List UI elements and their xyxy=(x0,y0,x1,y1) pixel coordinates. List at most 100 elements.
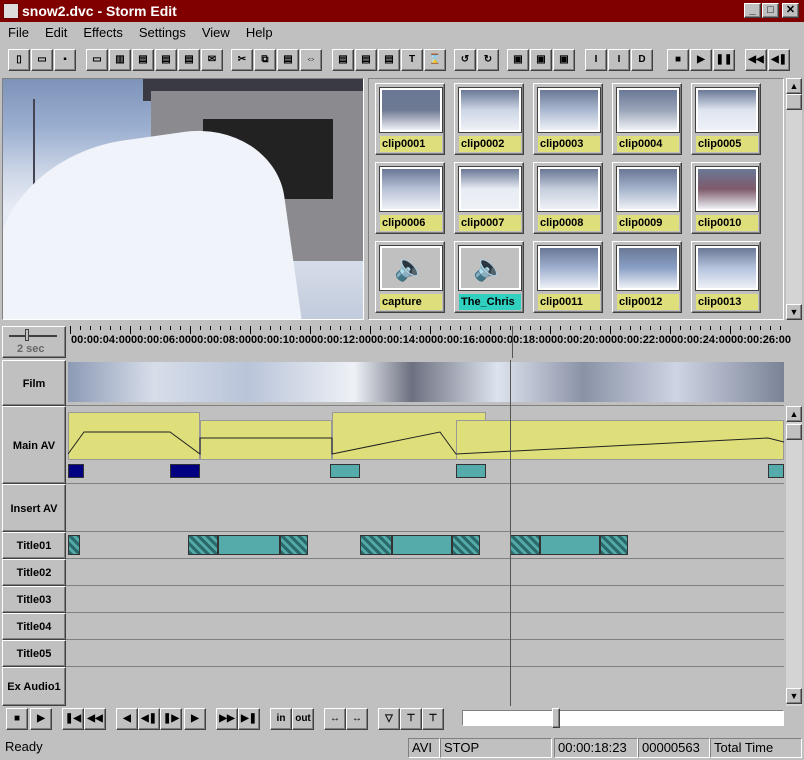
in-point-button[interactable]: ↔ xyxy=(324,708,346,730)
zoom-control[interactable]: 2 sec xyxy=(2,326,66,358)
out-point-button[interactable]: ↔ xyxy=(346,708,368,730)
next-clip-button[interactable]: ▶▶ xyxy=(216,708,238,730)
position-slider-thumb[interactable] xyxy=(552,708,560,728)
tool-c-icon[interactable]: ▤ xyxy=(378,49,400,71)
in-button[interactable]: in xyxy=(270,708,292,730)
rewind-button[interactable]: ◀ xyxy=(116,708,138,730)
play-icon[interactable]: ▶ xyxy=(690,49,712,71)
timeline-ruler[interactable]: 00:00:04:00 00:00:06:00 00:00:08:00 00:00:1… xyxy=(68,326,802,358)
clip-tile[interactable]: clip0011 xyxy=(533,241,603,313)
minimize-button[interactable]: _ xyxy=(744,3,761,18)
document-icon[interactable]: ▤ xyxy=(178,49,200,71)
copy-icon[interactable]: ⧉ xyxy=(254,49,276,71)
timeline-tracks[interactable] xyxy=(66,360,784,706)
track-title01[interactable] xyxy=(66,532,784,559)
track-insert-av[interactable] xyxy=(66,484,784,532)
scroll-down-icon[interactable]: ▼ xyxy=(786,688,802,704)
open-folder-icon[interactable]: ▭ xyxy=(86,49,108,71)
timer-icon[interactable]: ⌛ xyxy=(424,49,446,71)
rewind-icon[interactable]: ◀◀ xyxy=(745,49,767,71)
window-a-icon[interactable]: ▣ xyxy=(507,49,529,71)
title-segment[interactable] xyxy=(280,535,308,555)
track-film[interactable] xyxy=(66,360,784,406)
font-icon[interactable]: T xyxy=(401,49,423,71)
clip-tile[interactable]: clip0006 xyxy=(375,162,445,234)
menu-effects[interactable]: Effects xyxy=(75,22,131,43)
menu-edit[interactable]: Edit xyxy=(37,22,75,43)
title-segment[interactable] xyxy=(218,535,280,555)
go-start-button[interactable]: ❚◀ xyxy=(62,708,84,730)
trim-a-button[interactable]: ▽ xyxy=(378,708,400,730)
clip-tile[interactable]: clip0008 xyxy=(533,162,603,234)
save-icon[interactable]: ▪ xyxy=(54,49,76,71)
in1-icon[interactable]: I xyxy=(585,49,607,71)
clip-tile[interactable]: clip0005 xyxy=(691,83,761,155)
dv-icon[interactable]: D xyxy=(631,49,653,71)
audio-block[interactable] xyxy=(456,464,486,478)
undo-icon[interactable]: ↺ xyxy=(454,49,476,71)
clip-tile[interactable]: 🔈 The_Chris xyxy=(454,241,524,313)
step-forward-button[interactable]: ❚▶ xyxy=(160,708,182,730)
clip-tile[interactable]: clip0001 xyxy=(375,83,445,155)
clip-tile[interactable]: clip0009 xyxy=(612,162,682,234)
menu-file[interactable]: File xyxy=(0,22,37,43)
clip-tile[interactable]: clip0010 xyxy=(691,162,761,234)
tool-a-icon[interactable]: ▤ xyxy=(332,49,354,71)
clip-tile[interactable]: 🔈 capture xyxy=(375,241,445,313)
step-back-button[interactable]: ◀❚ xyxy=(138,708,160,730)
menu-settings[interactable]: Settings xyxy=(131,22,194,43)
color-bars-icon[interactable]: ▥ xyxy=(109,49,131,71)
zoom-slider[interactable] xyxy=(9,335,57,337)
pause-icon[interactable]: ❚❚ xyxy=(713,49,735,71)
clip-bin-scrollbar[interactable]: ▲ ▼ xyxy=(786,78,802,320)
window-b-icon[interactable]: ▣ xyxy=(530,49,552,71)
scroll-up-icon[interactable]: ▲ xyxy=(786,78,802,94)
title-segment[interactable] xyxy=(510,535,540,555)
title-segment[interactable] xyxy=(68,535,80,555)
title-segment[interactable] xyxy=(392,535,452,555)
track-ex-audio1[interactable] xyxy=(66,667,784,706)
open-icon[interactable]: ▭ xyxy=(31,49,53,71)
title-segment[interactable] xyxy=(452,535,480,555)
paste-icon[interactable]: ▤ xyxy=(277,49,299,71)
clip-tile[interactable]: clip0007 xyxy=(454,162,524,234)
timeline-scrollbar[interactable]: ▲ ▼ xyxy=(786,406,802,706)
clip-tile[interactable]: clip0012 xyxy=(612,241,682,313)
clip-tile[interactable]: clip0002 xyxy=(454,83,524,155)
cut-icon[interactable]: ✂ xyxy=(231,49,253,71)
menu-view[interactable]: View xyxy=(194,22,238,43)
trim-b-button[interactable]: ⊤ xyxy=(400,708,422,730)
track-title02[interactable] xyxy=(66,559,784,586)
split-icon[interactable]: ⇔ xyxy=(300,49,322,71)
clip-tile[interactable]: clip0003 xyxy=(533,83,603,155)
step-back-icon[interactable]: ◀❚ xyxy=(768,49,790,71)
play-button[interactable]: ▶ xyxy=(30,708,52,730)
scroll-thumb[interactable] xyxy=(786,424,802,440)
track-title05[interactable] xyxy=(66,640,784,667)
tool-b-icon[interactable]: ▤ xyxy=(355,49,377,71)
maximize-button[interactable]: □ xyxy=(762,3,779,18)
prev-clip-button[interactable]: ◀◀ xyxy=(84,708,106,730)
in2-icon[interactable]: I xyxy=(608,49,630,71)
import-green-icon[interactable]: ▤ xyxy=(155,49,177,71)
scroll-up-icon[interactable]: ▲ xyxy=(786,406,802,422)
audio-block[interactable] xyxy=(330,464,360,478)
title-segment[interactable] xyxy=(600,535,628,555)
track-title03[interactable] xyxy=(66,586,784,613)
close-button[interactable]: ✕ xyxy=(782,3,799,18)
scroll-thumb[interactable] xyxy=(786,94,802,110)
zoom-thumb[interactable] xyxy=(25,329,29,341)
redo-icon[interactable]: ↻ xyxy=(477,49,499,71)
track-title04[interactable] xyxy=(66,613,784,640)
stop-icon[interactable]: ■ xyxy=(667,49,689,71)
title-segment[interactable] xyxy=(540,535,600,555)
window-c-icon[interactable]: ▣ xyxy=(553,49,575,71)
clip-tile[interactable]: clip0013 xyxy=(691,241,761,313)
mail-icon[interactable]: ✉ xyxy=(201,49,223,71)
audio-block[interactable] xyxy=(68,464,84,478)
audio-block[interactable] xyxy=(170,464,200,478)
go-end-button[interactable]: ▶❚ xyxy=(238,708,260,730)
new-icon[interactable]: ▯ xyxy=(8,49,30,71)
menu-help[interactable]: Help xyxy=(238,22,281,43)
forward-button[interactable]: ▶ xyxy=(184,708,206,730)
